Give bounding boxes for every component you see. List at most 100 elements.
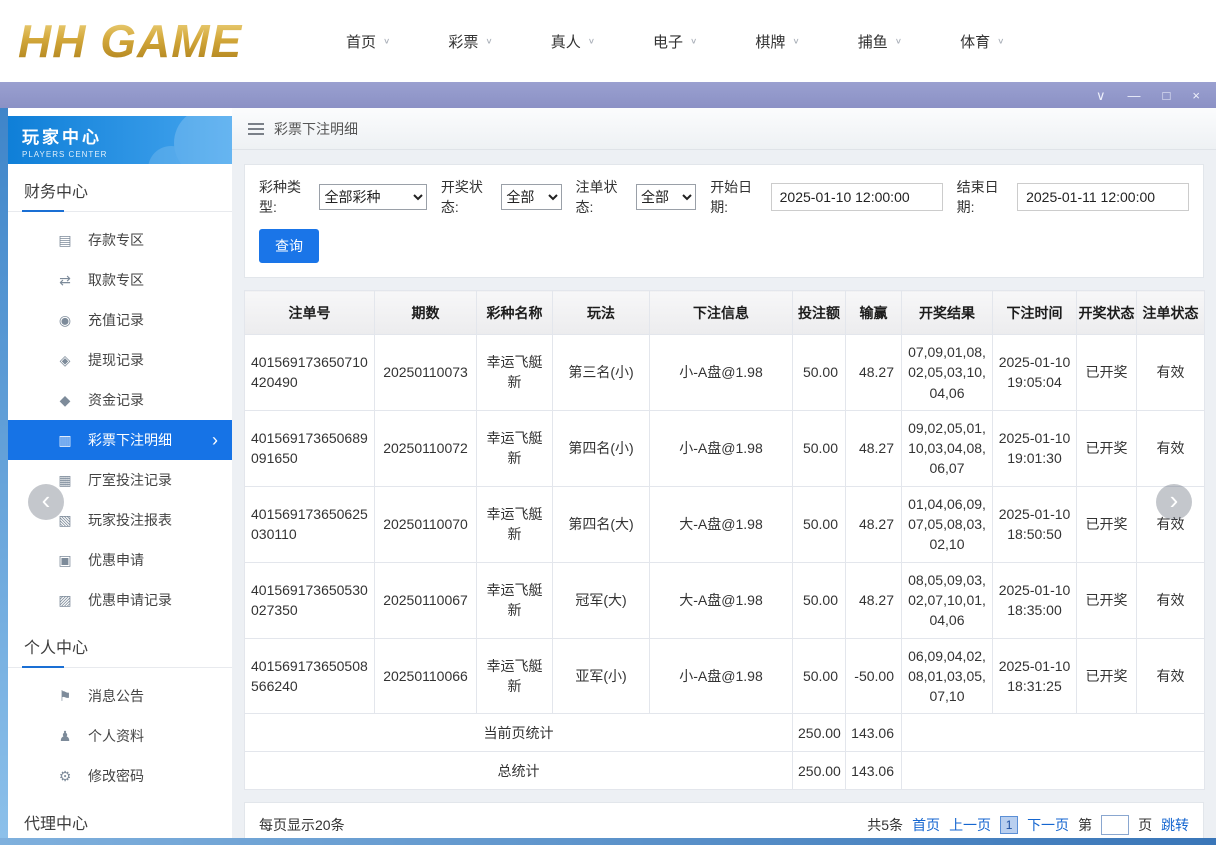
- players-center-banner: 玩家中心 PLAYERS CENTER: [8, 116, 232, 164]
- table-cell: 幸运飞艇新: [477, 486, 553, 562]
- sidebar-item-promo-apply[interactable]: ▣ 优惠申请: [8, 540, 232, 580]
- start-date-input[interactable]: [771, 183, 943, 211]
- table-cell: 20250110066: [375, 638, 477, 714]
- sidebar-item-promo-apply-record[interactable]: ▨ 优惠申请记录: [8, 580, 232, 620]
- sidebar-item-profile[interactable]: ♟ 个人资料: [8, 716, 232, 756]
- main-content: 彩票下注明细 彩种类型: 全部彩种 开奖状态: 全部 注单状态:: [232, 108, 1216, 838]
- table-cell: 2025-01-10 18:35:00: [993, 562, 1077, 638]
- jump-page-input[interactable]: [1101, 815, 1129, 835]
- collapse-icon[interactable]: ∨: [1096, 89, 1106, 102]
- sidebar-item-label: 消息公告: [88, 686, 144, 706]
- page-title: 彩票下注明细: [274, 119, 358, 139]
- jump-button[interactable]: 跳转: [1161, 815, 1189, 835]
- nav-item-live[interactable]: 真人 ∨: [551, 31, 595, 52]
- table-cell: 50.00: [793, 410, 846, 486]
- chevron-down-icon: ∨: [588, 37, 595, 46]
- section-finance-center: 财务中心: [8, 178, 232, 212]
- withdraw-icon: ⇄: [56, 272, 74, 289]
- nav-item-lottery[interactable]: 彩票 ∨: [448, 31, 492, 52]
- table-row: 40156917365071042049020250110073幸运飞艇新第三名…: [245, 335, 1205, 411]
- close-icon[interactable]: ×: [1192, 89, 1200, 102]
- table-cell: 48.27: [846, 562, 902, 638]
- site-header: HH GAME 首页 ∨ 彩票 ∨ 真人 ∨ 电子 ∨ 棋牌 ∨: [0, 0, 1216, 82]
- scroll-right-button[interactable]: ›: [1156, 484, 1192, 520]
- column-header-order-status: 注单状态: [1137, 291, 1205, 335]
- lottery-type-select[interactable]: 全部彩种: [319, 184, 426, 210]
- table-cell: 50.00: [793, 486, 846, 562]
- draw-status-label: 开奖状态:: [441, 177, 495, 217]
- summary-row-grand-total: 总统计 250.00 143.06: [245, 752, 1205, 790]
- summary-empty: [902, 714, 1205, 752]
- table-cell: 50.00: [793, 335, 846, 411]
- maximize-icon[interactable]: □: [1163, 89, 1171, 102]
- nav-label: 电子: [653, 31, 683, 52]
- app-window: HH GAME 首页 ∨ 彩票 ∨ 真人 ∨ 电子 ∨ 棋牌 ∨: [0, 0, 1216, 845]
- end-date-input[interactable]: [1017, 183, 1189, 211]
- site-logo[interactable]: HH GAME: [18, 14, 318, 68]
- column-header-bet-amount: 投注额: [793, 291, 846, 335]
- sidebar-item-funds-record[interactable]: ◆ 资金记录: [8, 380, 232, 420]
- sidebar-item-deposit[interactable]: ▤ 存款专区: [8, 220, 232, 260]
- table-cell: -50.00: [846, 638, 902, 714]
- sidebar-item-recharge-record[interactable]: ◉ 充值记录: [8, 300, 232, 340]
- section-title-label: 财务中心: [24, 184, 88, 201]
- sidebar-item-withdraw[interactable]: ⇄ 取款专区: [8, 260, 232, 300]
- table-cell: 幸运飞艇新: [477, 335, 553, 411]
- jump-suffix-label: 页: [1138, 815, 1152, 835]
- table-cell: 亚军(小): [553, 638, 650, 714]
- table-cell: 幸运飞艇新: [477, 638, 553, 714]
- table-cell: 小-A盘@1.98: [650, 410, 793, 486]
- first-page-link[interactable]: 首页: [912, 815, 940, 835]
- nav-item-fishing[interactable]: 捕鱼 ∨: [858, 31, 902, 52]
- minimize-icon[interactable]: —: [1128, 89, 1141, 102]
- banner-title: 玩家中心: [22, 123, 218, 148]
- table-cell: 401569173650710420490: [245, 335, 375, 411]
- sidebar: 玩家中心 PLAYERS CENTER 财务中心 ▤ 存款专区 ⇄ 取款专区 ◉…: [8, 108, 232, 838]
- scroll-left-button[interactable]: ‹: [28, 484, 64, 520]
- menu-icon[interactable]: [248, 123, 264, 135]
- draw-status-select[interactable]: 全部: [501, 184, 561, 210]
- nav-item-sports[interactable]: 体育 ∨: [960, 31, 1004, 52]
- table-cell: 20250110072: [375, 410, 477, 486]
- nav-item-electronic[interactable]: 电子 ∨: [653, 31, 697, 52]
- window-bottom-border: [0, 838, 1216, 845]
- order-status-select[interactable]: 全部: [636, 184, 696, 210]
- section-title-label: 代理中心: [24, 816, 88, 833]
- sidebar-item-label: 优惠申请记录: [88, 590, 172, 610]
- table-row: 40156917365062503011020250110070幸运飞艇新第四名…: [245, 486, 1205, 562]
- window-left-border: [0, 108, 8, 838]
- sidebar-item-lottery-bet-detail[interactable]: ▥ 彩票下注明细 ›: [8, 420, 232, 460]
- sidebar-item-withdrawal-record[interactable]: ◈ 提现记录: [8, 340, 232, 380]
- recharge-record-icon: ◉: [56, 312, 74, 329]
- table-cell: 50.00: [793, 638, 846, 714]
- column-header-draw-result: 开奖结果: [902, 291, 993, 335]
- summary-label: 当前页统计: [245, 714, 793, 752]
- table-cell: 已开奖: [1077, 638, 1137, 714]
- table-cell: 20250110070: [375, 486, 477, 562]
- chevron-down-icon: ∨: [383, 37, 390, 46]
- nav-item-home[interactable]: 首页 ∨: [346, 31, 390, 52]
- jump-prefix-label: 第: [1078, 815, 1092, 835]
- search-button[interactable]: 查询: [259, 229, 319, 263]
- password-icon: ⚙: [56, 768, 74, 785]
- table-row: 40156917365068909165020250110072幸运飞艇新第四名…: [245, 410, 1205, 486]
- sidebar-item-announcements[interactable]: ⚑ 消息公告: [8, 676, 232, 716]
- column-header-bet-time: 下注时间: [993, 291, 1077, 335]
- summary-empty: [902, 752, 1205, 790]
- table-cell: 大-A盘@1.98: [650, 562, 793, 638]
- table-cell: 大-A盘@1.98: [650, 486, 793, 562]
- prev-page-link[interactable]: 上一页: [949, 815, 991, 835]
- sidebar-item-label: 资金记录: [88, 390, 144, 410]
- table-cell: 401569173650508566240: [245, 638, 375, 714]
- nav-item-board-games[interactable]: 棋牌 ∨: [755, 31, 799, 52]
- order-status-label: 注单状态:: [576, 177, 630, 217]
- breadcrumb: 彩票下注明细: [232, 108, 1216, 150]
- table-cell: 已开奖: [1077, 410, 1137, 486]
- current-page[interactable]: 1: [1000, 816, 1018, 834]
- sidebar-item-change-password[interactable]: ⚙ 修改密码: [8, 756, 232, 796]
- withdrawal-record-icon: ◈: [56, 352, 74, 369]
- section-title-label: 个人中心: [24, 640, 88, 657]
- next-page-link[interactable]: 下一页: [1027, 815, 1069, 835]
- lottery-bet-detail-icon: ▥: [56, 432, 74, 449]
- table-cell: 48.27: [846, 335, 902, 411]
